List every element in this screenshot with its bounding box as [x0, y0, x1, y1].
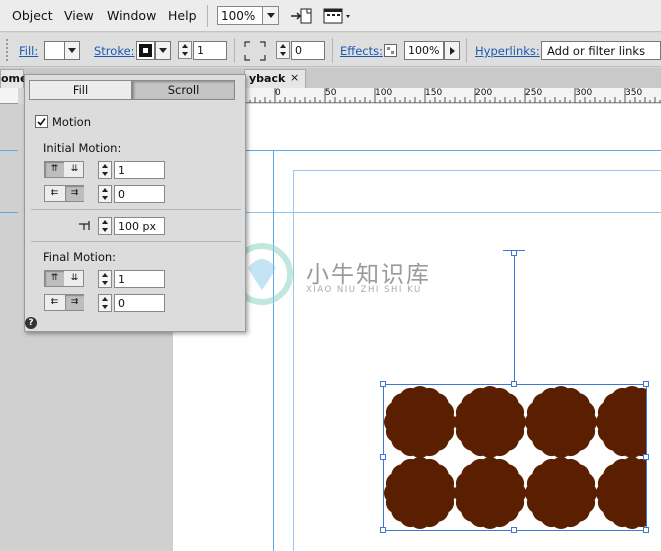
- ruler-corner: [0, 88, 18, 104]
- panel-divider: [31, 241, 241, 242]
- control-divider: [234, 38, 235, 63]
- tab-fill[interactable]: Fill: [29, 80, 132, 100]
- opacity-field[interactable]: 100%: [404, 41, 444, 60]
- final-horizontal-stepper[interactable]: [98, 294, 112, 312]
- control-divider: [332, 38, 333, 63]
- go-to-link-icon[interactable]: [289, 7, 313, 25]
- final-vertical-direction-buttons: ⇈ ⇊: [44, 270, 84, 287]
- ruler-tick-label: 150: [425, 88, 443, 98]
- initial-horizontal-direction-buttons: ⇇ ⇉: [44, 185, 84, 202]
- panel-divider: [31, 209, 241, 210]
- selection-handle[interactable]: [380, 454, 386, 460]
- ruler-tick-label: 50: [325, 88, 337, 98]
- selection-handle[interactable]: [511, 381, 517, 387]
- horizontal-guide: [173, 150, 661, 151]
- initial-vertical-field[interactable]: 1: [114, 161, 165, 179]
- menu-window[interactable]: Window: [107, 8, 156, 23]
- pasteboard-guide: [0, 212, 18, 213]
- help-icon[interactable]: ?: [25, 317, 37, 329]
- scroll-up-icon[interactable]: ⇈: [45, 162, 64, 177]
- initial-motion-label: Initial Motion:: [43, 141, 122, 155]
- scroll-down-icon[interactable]: ⇊: [65, 162, 84, 177]
- ruler-tick-label: 100: [375, 88, 393, 98]
- motion-checkbox[interactable]: [35, 115, 48, 128]
- initial-horizontal-field[interactable]: 0: [114, 185, 165, 203]
- corner-radius-icon: [244, 41, 266, 61]
- opacity-arrow-button[interactable]: [444, 41, 460, 60]
- fill-swatch[interactable]: [44, 41, 65, 60]
- ruler-ticks: [245, 88, 661, 103]
- stroke-dropdown[interactable]: [155, 41, 171, 60]
- ruler-tick-label: 350: [625, 88, 643, 98]
- final-vertical-field[interactable]: 1: [114, 270, 165, 288]
- control-divider: [466, 38, 467, 63]
- tab-home[interactable]: ome: [0, 69, 27, 88]
- scroll-up-icon[interactable]: ⇈: [45, 271, 64, 286]
- ruler-tick-label: 250: [525, 88, 543, 98]
- final-horizontal-field[interactable]: 0: [114, 294, 165, 312]
- stroke-width-field[interactable]: 1: [193, 41, 227, 60]
- initial-horizontal-stepper[interactable]: [98, 185, 112, 203]
- grip-handle[interactable]: [6, 39, 10, 61]
- rotation-handle-line: [514, 251, 515, 384]
- stroke-width-stepper[interactable]: [178, 41, 192, 59]
- fill-dropdown[interactable]: [64, 41, 80, 60]
- zoom-value: 100%: [221, 9, 256, 23]
- screen-mode-icon[interactable]: [323, 7, 355, 25]
- menu-help[interactable]: Help: [168, 8, 197, 23]
- fill-label[interactable]: Fill:: [19, 44, 38, 58]
- selection-handle[interactable]: [643, 454, 649, 460]
- hyperlinks-filter-input[interactable]: Add or filter links: [541, 41, 661, 60]
- selection-handle[interactable]: [511, 527, 517, 533]
- motion-label: Motion: [52, 115, 91, 129]
- scroll-right-icon[interactable]: ⇉: [65, 186, 84, 201]
- effects-icon[interactable]: [384, 44, 397, 57]
- fill-scroll-panel: Fill Scroll Motion Initial Motion: ⇈ ⇊ 1…: [24, 74, 246, 332]
- tab-document-label: yback: [249, 72, 286, 85]
- ruler-tick-label: 300: [575, 88, 593, 98]
- stroke-swatch[interactable]: [136, 41, 155, 60]
- selection-handle[interactable]: [380, 527, 386, 533]
- scalloped-shapes-group[interactable]: [383, 384, 647, 531]
- final-horizontal-direction-buttons: ⇇ ⇉: [44, 294, 84, 311]
- rotation-handle[interactable]: [511, 250, 517, 256]
- control-bar: Fill: Stroke: 1 0 Effects: 100% Hyperlin…: [0, 33, 661, 67]
- horizontal-ruler: 0 50 100 150 200 250 300 350: [245, 88, 661, 103]
- scroll-left-icon[interactable]: ⇇: [45, 186, 64, 201]
- distance-stepper[interactable]: [98, 217, 112, 235]
- close-icon[interactable]: ×: [290, 71, 299, 84]
- corner-stepper[interactable]: [276, 41, 290, 59]
- distance-field[interactable]: 100 px: [114, 217, 165, 235]
- menu-view[interactable]: View: [64, 8, 94, 23]
- watermark-subtext: XIAO NIU ZHI SHI KU: [306, 285, 422, 295]
- selection-handle[interactable]: [643, 527, 649, 533]
- hyperlinks-label[interactable]: Hyperlinks:: [475, 44, 540, 58]
- selection-handle[interactable]: [380, 381, 386, 387]
- distance-icon: [79, 221, 90, 230]
- tab-document[interactable]: yback ×: [244, 69, 306, 88]
- zoom-select[interactable]: 100%: [217, 6, 279, 25]
- stroke-label[interactable]: Stroke:: [94, 44, 135, 58]
- checkmark-icon: [37, 118, 46, 126]
- pasteboard-guide: [0, 150, 18, 151]
- effects-label[interactable]: Effects:: [340, 44, 383, 58]
- initial-vertical-stepper[interactable]: [98, 161, 112, 179]
- ruler-tick-label: 200: [475, 88, 493, 98]
- scroll-right-icon[interactable]: ⇉: [65, 295, 84, 310]
- vertical-guide: [273, 150, 274, 551]
- final-motion-label: Final Motion:: [43, 250, 117, 264]
- corner-field[interactable]: 0: [291, 41, 325, 60]
- tab-scroll[interactable]: Scroll: [132, 80, 235, 100]
- selection-handle[interactable]: [643, 381, 649, 387]
- ruler-tick-label: 0: [275, 88, 281, 98]
- menu-divider: [207, 5, 208, 27]
- scroll-down-icon[interactable]: ⇊: [65, 271, 84, 286]
- initial-vertical-direction-buttons: ⇈ ⇊: [44, 161, 84, 178]
- scroll-left-icon[interactable]: ⇇: [45, 295, 64, 310]
- chevron-down-icon[interactable]: [262, 7, 278, 24]
- menu-bar: Object View Window Help 100%: [0, 0, 661, 32]
- menu-object[interactable]: Object: [12, 8, 53, 23]
- watermark-text: 小牛知识库: [306, 262, 431, 288]
- final-vertical-stepper[interactable]: [98, 270, 112, 288]
